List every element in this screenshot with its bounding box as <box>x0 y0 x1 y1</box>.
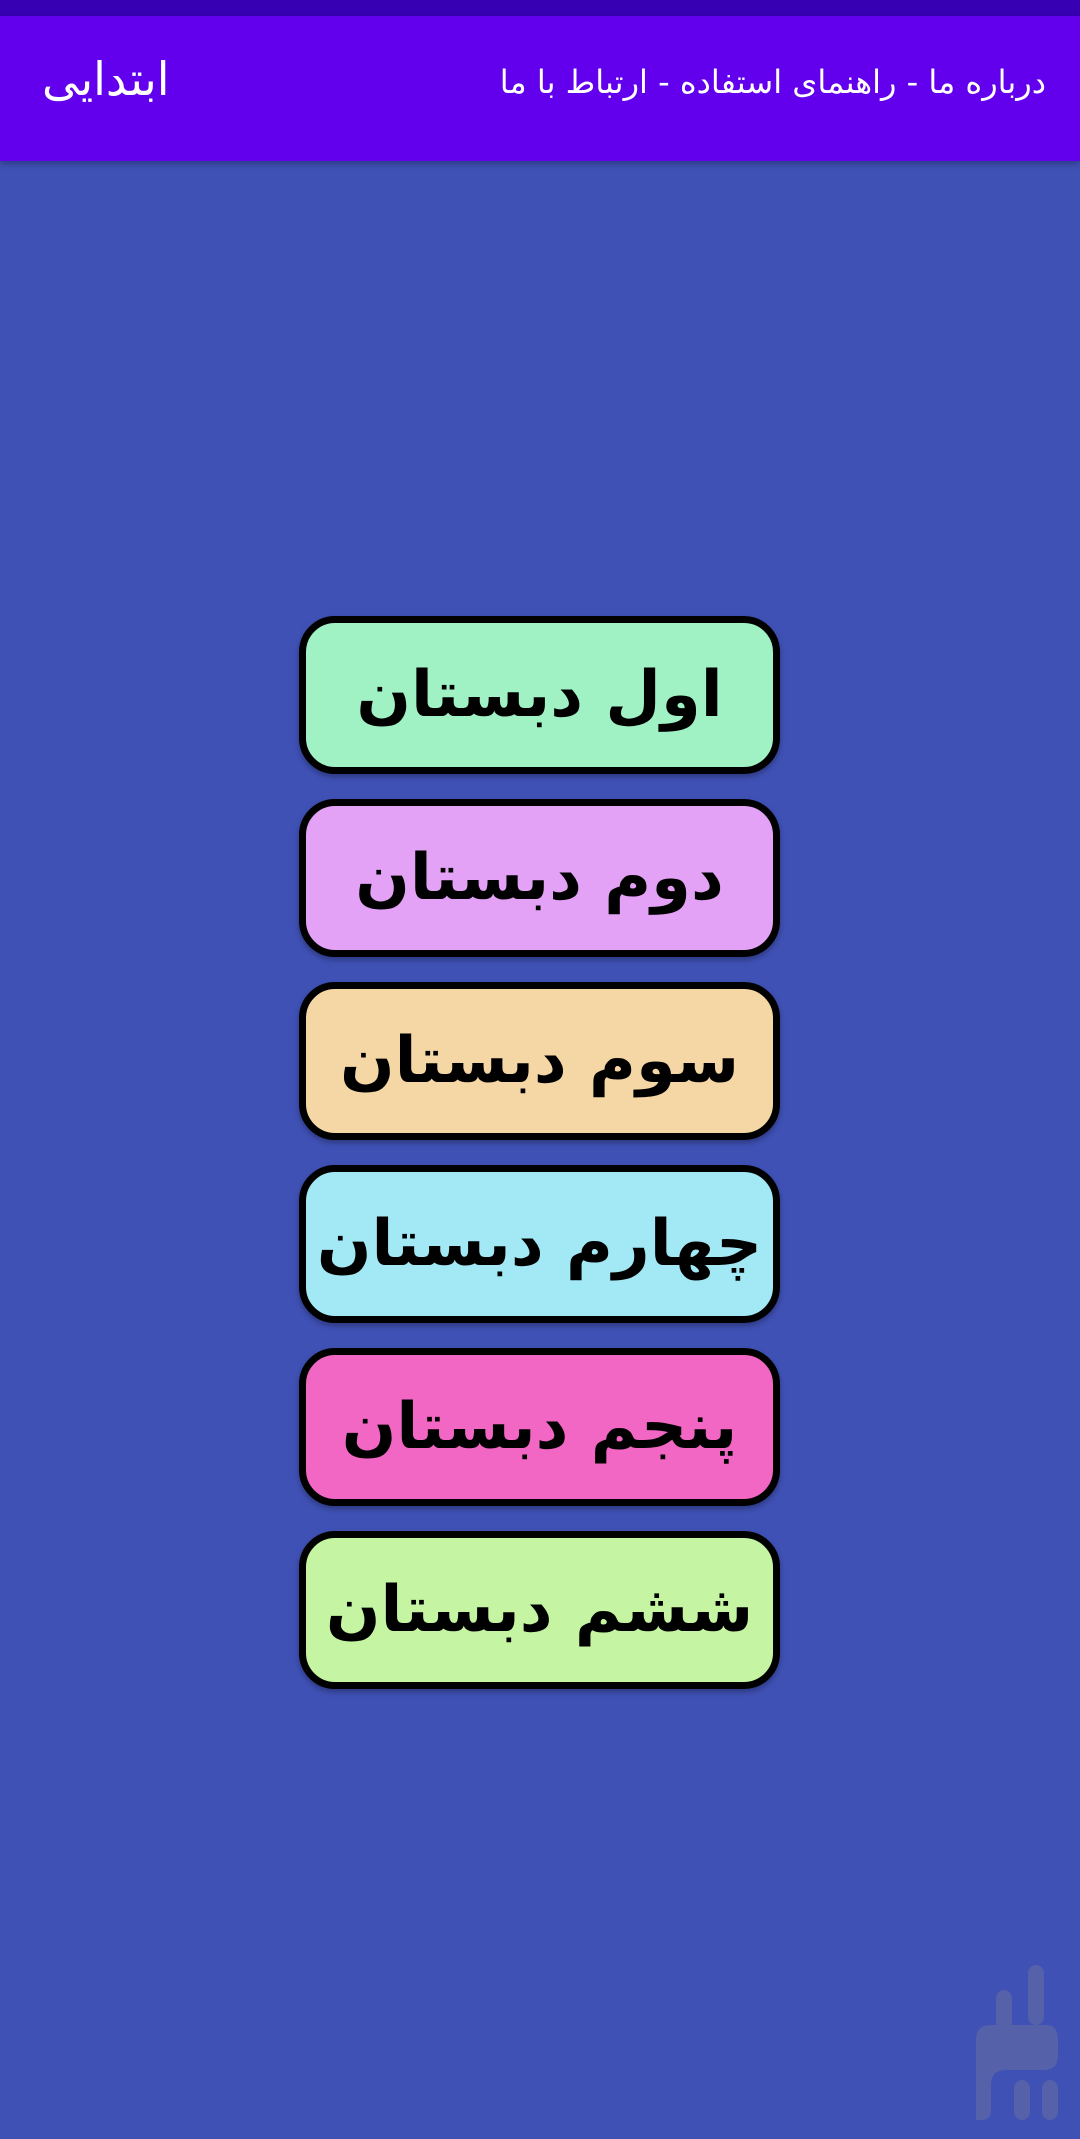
grade-3-label: سوم دبستان <box>339 1024 740 1098</box>
grade-4-button[interactable]: چهارم دبستان <box>299 1165 780 1323</box>
app-bar: ابتدایی درباره ما - راهنمای استفاده - ار… <box>0 16 1080 161</box>
grade-5-label: پنجم دبستان <box>341 1390 738 1464</box>
grade-1-label: اول دبستان <box>356 658 723 732</box>
grade-5-button[interactable]: پنجم دبستان <box>299 1348 780 1506</box>
status-bar <box>0 0 1080 16</box>
grade-2-button[interactable]: دوم دبستان <box>299 799 780 957</box>
app-menu-links[interactable]: درباره ما - راهنمای استفاده - ارتباط با … <box>500 66 1046 98</box>
grade-2-label: دوم دبستان <box>355 841 724 915</box>
grade-6-button[interactable]: ششم دبستان <box>299 1531 780 1689</box>
bazaar-logo-icon <box>976 1965 1058 2120</box>
grade-1-button[interactable]: اول دبستان <box>299 616 780 774</box>
grade-3-button[interactable]: سوم دبستان <box>299 982 780 1140</box>
app-title: ابتدایی <box>42 52 170 106</box>
grade-6-label: ششم دبستان <box>325 1573 754 1647</box>
grade-button-list: اول دبستان دوم دبستان سوم دبستان چهارم د… <box>299 616 780 1714</box>
grade-4-label: چهارم دبستان <box>316 1207 763 1281</box>
